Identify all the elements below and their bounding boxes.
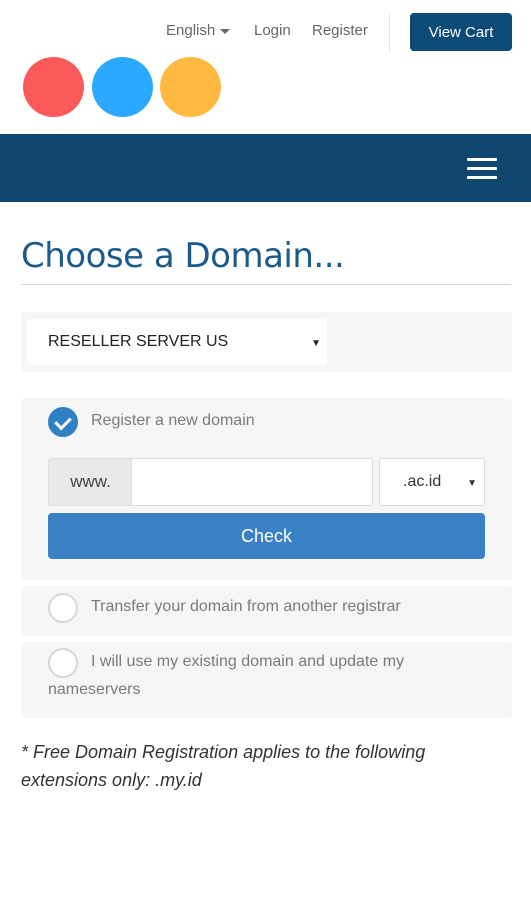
language-dropdown[interactable]: English: [166, 22, 231, 39]
top-bar: English Login Register View Cart: [0, 0, 531, 134]
transfer-domain-option: Transfer your domain from another regist…: [21, 586, 512, 636]
server-select-value: RESELLER SERVER US: [48, 333, 229, 350]
transfer-domain-label[interactable]: Transfer your domain from another regist…: [91, 593, 401, 621]
server-select-panel: RESELLER SERVER US ▼: [21, 312, 512, 372]
page-title: Choose a Domain...: [21, 236, 345, 276]
tld-select[interactable]: .ac.id ▼: [379, 458, 485, 506]
dropdown-arrow-icon: ▼: [467, 478, 477, 489]
register-domain-option: Register a new domain www. .ac.id ▼ Chec…: [21, 398, 512, 580]
main-navbar: [0, 134, 531, 202]
www-prefix: www.: [48, 458, 132, 506]
logo-dot-red[interactable]: [23, 57, 84, 117]
tld-select-value: .ac.id: [403, 473, 442, 490]
hamburger-icon[interactable]: [467, 158, 497, 180]
free-domain-footnote: * Free Domain Registration applies to th…: [21, 742, 426, 790]
transfer-domain-radio[interactable]: [48, 593, 78, 623]
logo-dot-blue[interactable]: [92, 57, 153, 117]
language-label: English: [166, 22, 216, 39]
register-domain-label[interactable]: Register a new domain: [91, 407, 255, 435]
dropdown-arrow-icon: ▼: [311, 338, 321, 349]
title-divider: [21, 284, 511, 285]
login-link[interactable]: Login: [254, 22, 291, 39]
existing-domain-option: I will use my existing domain and update…: [21, 642, 512, 718]
view-cart-button[interactable]: View Cart: [410, 13, 512, 51]
logo-dot-yellow[interactable]: [160, 57, 221, 117]
register-link[interactable]: Register: [312, 22, 368, 39]
domain-name-input[interactable]: [131, 458, 373, 506]
register-domain-radio[interactable]: [48, 407, 78, 437]
check-button[interactable]: Check: [48, 513, 485, 559]
existing-domain-label[interactable]: I will use my existing domain and update…: [48, 648, 488, 704]
caret-down-icon: [220, 28, 231, 34]
header-divider: [389, 14, 390, 52]
server-select[interactable]: RESELLER SERVER US ▼: [27, 319, 327, 365]
